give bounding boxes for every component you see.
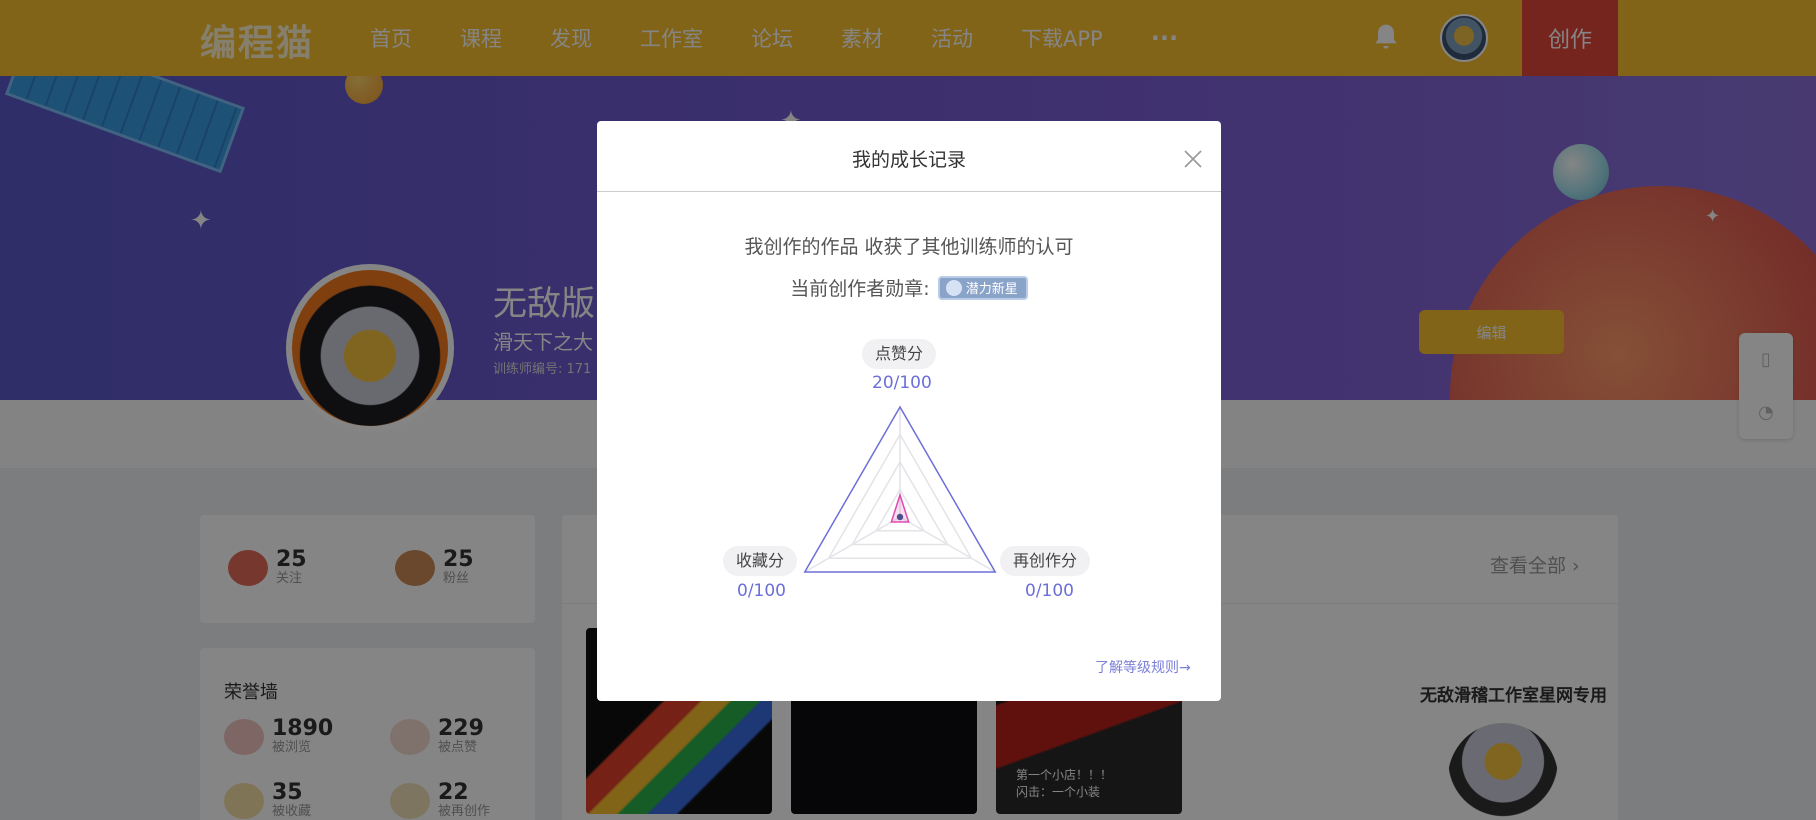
axis-label-likes: 点赞分 (862, 339, 937, 369)
radar-center-dot (896, 513, 904, 521)
axis-label-favorites: 收藏分 (723, 546, 798, 576)
growth-record-modal: 我的成长记录 我创作的作品 收获了其他训练师的认可 当前创作者勋章: 潜力新星 … (597, 121, 1221, 701)
axis-value-remix: 0/100 (1025, 581, 1074, 601)
axis-value-likes: 20/100 (872, 373, 932, 393)
level-rules-link[interactable]: 了解等级规则→ (1095, 657, 1191, 677)
radar-chart (803, 405, 997, 573)
axis-value-favorites: 0/100 (737, 581, 786, 601)
axis-label-remix: 再创作分 (1000, 546, 1091, 576)
